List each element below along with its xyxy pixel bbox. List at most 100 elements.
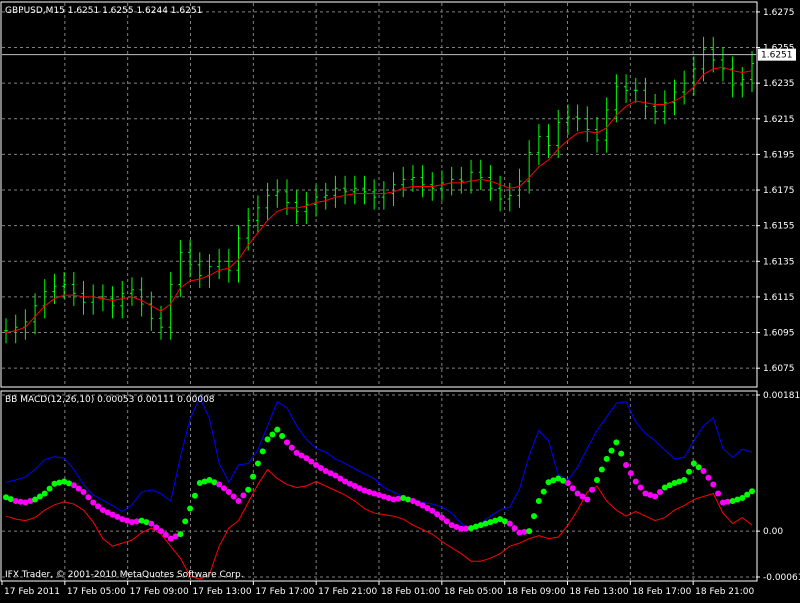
macd-dot [739,495,746,502]
price-bar [478,159,483,191]
macd-dot [235,498,242,505]
indicator-panel-frame [0,390,758,582]
price-bar [381,181,386,210]
macd-dot [259,448,266,455]
macd-dot [506,520,513,527]
y-tick-label: 1.6275 [763,8,795,18]
macd-dot [681,476,688,483]
macd-dot [191,492,198,499]
x-tick-label: 18 Feb 21:00 [695,587,754,597]
macd-dot [593,476,600,483]
price-bar [149,291,154,331]
y-tick-label: 0.00181 [763,391,800,401]
macd-dot [686,468,693,475]
indicator-panel-title: BB MACD(12,26,10) 0.00053 0.00111 0.0000… [5,395,215,405]
macd-dot [46,485,53,492]
macd-dot [598,466,605,473]
macd-dot [283,439,290,446]
macd-dot [240,492,247,499]
macd-dot [608,447,615,454]
price-bar [633,77,638,103]
macd-dot [526,528,533,535]
macd-dot [569,485,576,492]
macd-dot [250,473,257,480]
price-bar [546,124,551,158]
price-bar [643,77,648,119]
macd-dot [230,493,237,500]
price-bar [372,179,377,210]
price-bar [23,309,28,340]
y-tick-label: -0.00061 [763,573,800,583]
y-tick-label: 1.6175 [763,186,795,196]
macd-dot [511,525,518,532]
macd-dot [75,485,82,492]
macd-dot [613,439,620,446]
macd-dot [535,498,542,505]
macd-dot [41,490,48,497]
macd-dot [182,518,189,525]
price-bar [401,166,406,198]
macd-dot [158,528,165,535]
price-bar [527,140,532,194]
macd-dot [632,478,639,485]
macd-dot [153,524,160,531]
price-bar [284,179,289,215]
macd-dot [429,507,436,514]
x-tick-label: 17 Feb 17:00 [255,587,314,597]
chart-canvas[interactable]: 1.6251 1.62751.62551.62351.62151.61951.6… [0,0,800,600]
y-tick-label: 1.6195 [763,150,795,160]
price-bar [42,279,47,319]
macd-dot [90,499,97,506]
price-bar [653,93,658,125]
price-bar [13,314,18,344]
macd-dot [627,470,634,477]
macd-dot [85,494,92,501]
y-tick-label: 0.00 [763,527,783,537]
macd-dot [695,464,702,471]
price-bar [226,248,231,283]
x-tick-label: 18 Feb 13:00 [570,587,629,597]
price-bar [333,175,338,208]
macd-dot [264,436,271,443]
macd-dot [710,481,717,488]
macd-dot [744,491,751,498]
price-bar [188,239,193,278]
macd-dot [715,490,722,497]
y-tick-label: 1.6215 [763,115,795,125]
price-bar [750,51,754,93]
price-bar [517,168,522,208]
x-axis-labels: 17 Feb 2011 17 Feb 05:00 17 Feb 09:00 17 Fe… [1,581,754,597]
macd-dot [564,479,571,486]
macd-dot [187,505,194,512]
price-bar [265,182,270,221]
price-bar [323,182,328,210]
price-bar [439,170,444,201]
x-tick-label: 18 Feb 09:00 [507,587,566,597]
price-bar [100,284,105,312]
macd-dot [80,489,87,496]
macd-dot [148,520,155,527]
x-tick-label: 18 Feb 05:00 [444,587,503,597]
price-bar [217,248,222,280]
price-bar [110,286,115,319]
price-bar [314,184,319,217]
price-bar [720,47,725,82]
price-bar [575,104,580,132]
price-bar [498,175,503,212]
macd-dot [254,460,261,467]
macd-dot [279,432,286,439]
macd-dot [705,474,712,481]
price-bar [33,293,38,335]
chart-window[interactable]: 1.6251 1.6275 1.6255 1.6235 1.6215 1.6195 1.6… [0,0,800,600]
macd-dot [749,488,755,495]
price-bar [255,195,260,233]
macd-dot [584,496,591,503]
price-bar [207,254,212,289]
y-tick-label: 1.6135 [763,257,795,267]
x-tick-label: 17 Feb 21:00 [318,587,377,597]
price-bar [507,182,512,212]
price-bar [469,159,474,194]
price-bar [449,166,454,196]
macd-dot [690,460,697,467]
price-panel-title: GBPUSD,M15 1.6251 1.6255 1.6244 1.6251 [5,6,202,16]
